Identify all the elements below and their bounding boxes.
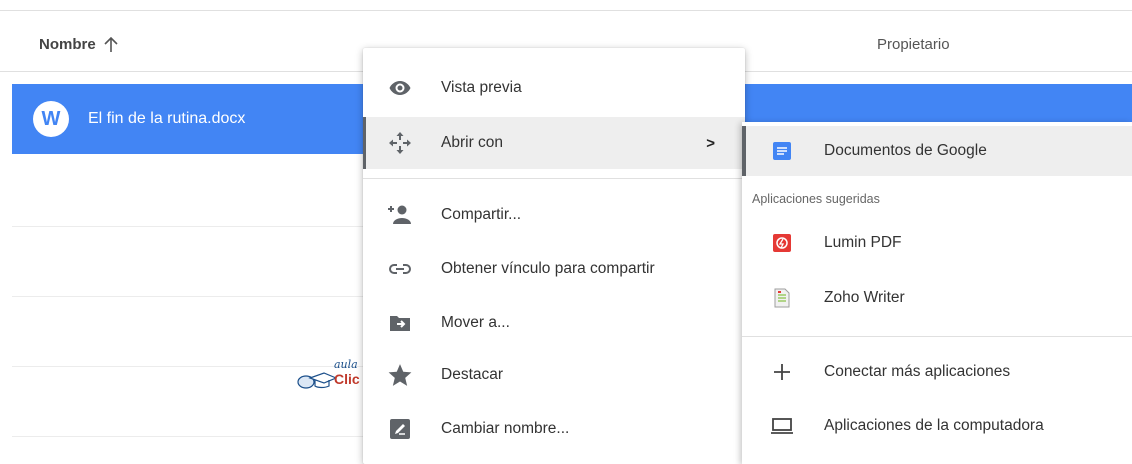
rename-icon [387,416,413,442]
submenu-item-label: Conectar más aplicaciones [824,363,1011,380]
sort-by-name-header[interactable]: Nombre [39,36,118,53]
menu-item-star[interactable]: Destacar [363,350,745,400]
menu-item-label: Destacar [441,366,504,383]
submenu-item-label: Lumin PDF [824,234,902,251]
menu-item-label: Compartir... [441,206,522,223]
menu-item-preview[interactable]: Vista previa [363,63,745,113]
watermark-line2: Clic [334,371,360,387]
zoho-writer-icon [770,286,794,310]
menu-item-rename[interactable]: Cambiar nombre... [363,404,745,454]
person-add-icon [387,202,413,228]
link-icon [387,256,413,282]
menu-item-move-to[interactable]: Mover a... [363,298,745,348]
menu-item-get-link[interactable]: Obtener vínculo para compartir [363,244,745,294]
submenu-item-google-docs[interactable]: Documentos de Google [742,126,1132,176]
google-docs-icon [770,139,794,163]
submenu-item-label: Zoho Writer [824,289,905,306]
menu-item-open-with[interactable]: Abrir con > [363,117,745,169]
menu-item-label: Abrir con [441,134,504,151]
folder-move-icon [387,310,413,336]
arrow-up-icon [104,36,118,52]
submenu-item-lumin-pdf[interactable]: Lumin PDF [742,218,1132,268]
move-arrows-icon [387,130,413,156]
menu-item-share[interactable]: Compartir... [363,190,745,240]
plus-icon [770,360,794,384]
file-name: El fin de la rutina.docx [88,110,246,127]
submenu-item-label: Aplicaciones de la computadora [824,417,1044,434]
laptop-icon [770,414,794,438]
menu-item-label: Cambiar nombre... [441,420,570,437]
menu-item-label: Vista previa [441,79,522,96]
owner-column-label[interactable]: Propietario [877,36,950,53]
submenu-item-zoho-writer[interactable]: Zoho Writer [742,273,1132,323]
submenu-item-label: Documentos de Google [824,142,987,159]
context-menu: Vista previa Abrir con > Compartir... Ob… [363,48,745,464]
aulaclic-watermark: aula Clic [296,358,414,398]
watermark-line1: aula [334,358,358,371]
menu-item-label: Mover a... [441,314,510,331]
name-column-label: Nombre [39,36,96,53]
submenu-item-connect-apps[interactable]: Conectar más aplicaciones [742,347,1132,397]
mortarboard-icon [297,372,336,389]
chevron-right-icon: > [706,134,715,152]
lumin-pdf-icon [770,231,794,255]
menu-divider [363,178,745,179]
open-with-submenu: Documentos de Google Aplicaciones sugeri… [742,122,1132,464]
submenu-divider [742,336,1132,337]
submenu-item-desktop-apps[interactable]: Aplicaciones de la computadora [742,401,1132,451]
menu-item-label: Obtener vínculo para compartir [441,260,655,277]
eye-icon [387,75,413,101]
suggested-apps-heading: Aplicaciones sugeridas [752,192,880,206]
word-file-icon: W [33,101,69,137]
